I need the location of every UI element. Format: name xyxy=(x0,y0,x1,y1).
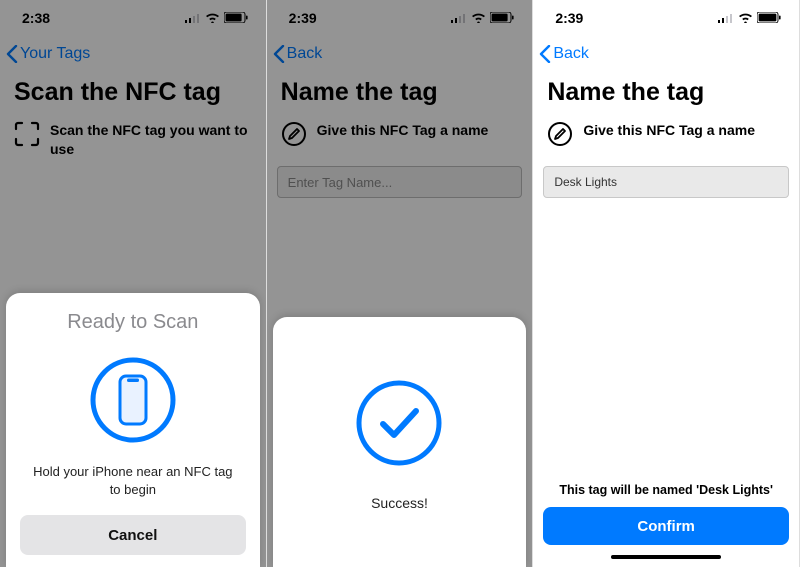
nfc-success-sheet: Success! xyxy=(273,317,527,567)
success-check-icon xyxy=(353,377,445,474)
page-title: Scan the NFC tag xyxy=(0,72,266,121)
cancel-button[interactable]: Cancel xyxy=(20,515,246,555)
screen-name-tag-input: 2:39 Back Name the tag Give this NFC Tag… xyxy=(533,0,800,567)
confirm-button[interactable]: Confirm xyxy=(543,507,789,545)
signal-icon xyxy=(718,10,734,26)
instruction-row: Scan the NFC tag you want to use xyxy=(0,121,266,159)
pencil-circle-icon xyxy=(547,121,573,152)
back-label: Back xyxy=(287,45,323,63)
nav-bar: Your Tags xyxy=(0,36,266,72)
sheet-message: Hold your iPhone near an NFC tag to begi… xyxy=(33,463,233,499)
instruction-text: Scan the NFC tag you want to use xyxy=(50,121,252,159)
back-button[interactable]: Your Tags xyxy=(6,45,90,63)
back-label: Your Tags xyxy=(20,45,90,63)
signal-icon xyxy=(185,10,201,26)
status-bar: 2:38 xyxy=(0,0,266,36)
back-label: Back xyxy=(553,45,589,63)
home-indicator xyxy=(611,555,721,559)
status-bar: 2:39 xyxy=(267,0,533,36)
screen-scan-nfc: 2:38 Your Tags Scan the NFC tag Scan the… xyxy=(0,0,267,567)
page-title: Name the tag xyxy=(267,72,533,121)
instruction-text: Give this NFC Tag a name xyxy=(317,121,489,140)
battery-icon xyxy=(224,10,248,26)
footer-note: This tag will be named 'Desk Lights' xyxy=(559,483,773,497)
chevron-left-icon xyxy=(273,45,285,63)
status-time: 2:38 xyxy=(22,10,50,26)
nfc-sheet: Ready to Scan Hold your iPhone near an N… xyxy=(6,293,260,567)
status-time: 2:39 xyxy=(555,10,583,26)
status-time: 2:39 xyxy=(289,10,317,26)
battery-icon xyxy=(490,10,514,26)
confirm-footer: This tag will be named 'Desk Lights' Con… xyxy=(533,483,799,567)
chevron-left-icon xyxy=(6,45,18,63)
sheet-message: Success! xyxy=(371,494,428,514)
sheet-title: Ready to Scan xyxy=(67,311,198,334)
nav-bar: Back xyxy=(267,36,533,72)
instruction-text: Give this NFC Tag a name xyxy=(583,121,755,140)
nav-bar: Back xyxy=(533,36,799,72)
back-button[interactable]: Back xyxy=(273,45,323,63)
status-bar: 2:39 xyxy=(533,0,799,36)
back-button[interactable]: Back xyxy=(539,45,589,63)
pencil-circle-icon xyxy=(281,121,307,152)
battery-icon xyxy=(757,10,781,26)
instruction-row: Give this NFC Tag a name xyxy=(533,121,799,152)
instruction-row: Give this NFC Tag a name xyxy=(267,121,533,152)
chevron-left-icon xyxy=(539,45,551,63)
wifi-icon xyxy=(205,10,220,26)
scan-brackets-icon xyxy=(14,121,40,152)
wifi-icon xyxy=(738,10,753,26)
screen-name-tag-success: 2:39 Back Name the tag Give this NFC Tag… xyxy=(267,0,534,567)
wifi-icon xyxy=(471,10,486,26)
page-title: Name the tag xyxy=(533,72,799,121)
tag-name-input[interactable] xyxy=(277,166,523,198)
nfc-phone-icon xyxy=(89,356,177,449)
signal-icon xyxy=(451,10,467,26)
tag-name-input[interactable] xyxy=(543,166,789,198)
